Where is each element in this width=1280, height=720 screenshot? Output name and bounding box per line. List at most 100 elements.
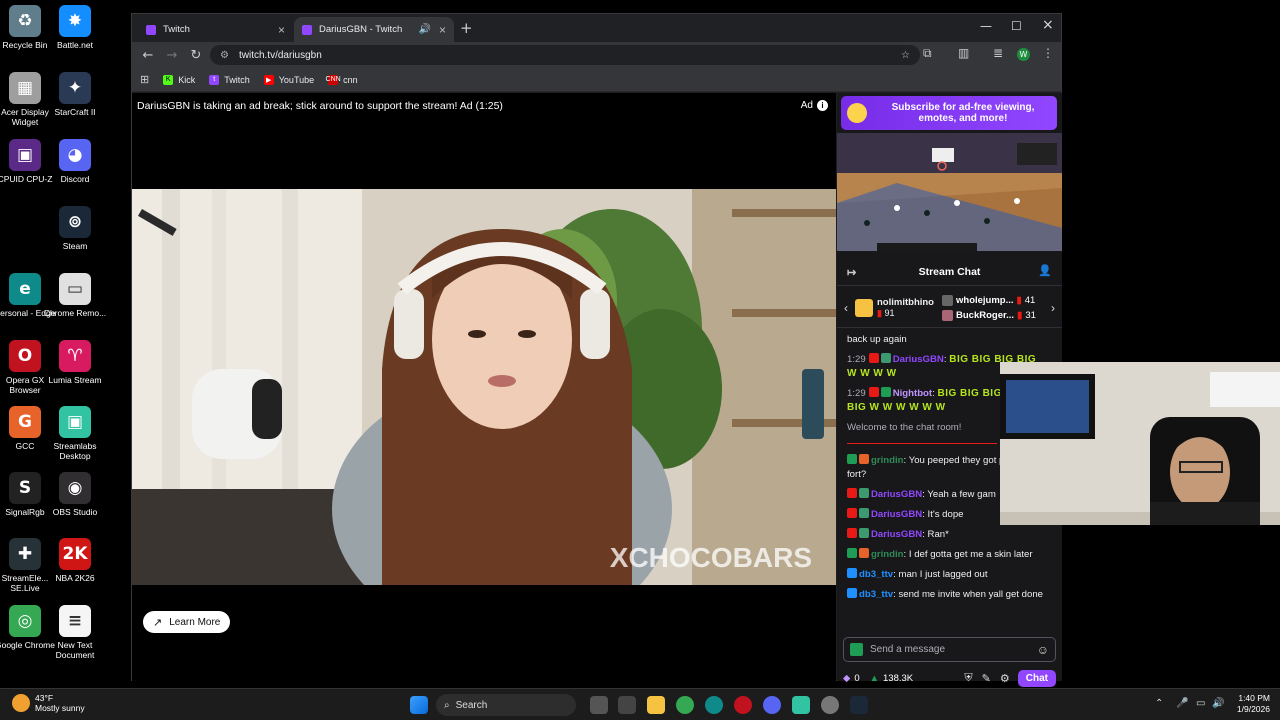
bookmark-label: Twitch xyxy=(224,74,250,85)
desktop-icon-chrome-remo[interactable]: ▭ Chrome Remo... xyxy=(42,273,108,318)
desktop-icon-nba-2k26[interactable]: 2K NBA 2K26 xyxy=(42,538,108,583)
clock[interactable]: 1:40 PM 1/9/2026 xyxy=(1237,693,1270,715)
chat-username[interactable]: Nightbot xyxy=(893,388,932,399)
chat-username[interactable]: DariusGBN xyxy=(871,509,922,520)
desktop-icon-lumia-stream[interactable]: ♈ Lumia Stream xyxy=(42,340,108,385)
chat-username[interactable]: grindin xyxy=(871,549,904,560)
taskbar-search-label: Search xyxy=(455,699,488,711)
desktop-icon-battle-net[interactable]: ✸ Battle.net xyxy=(42,5,108,50)
channel-points-count: 138.3K xyxy=(883,672,914,684)
weather-widget[interactable]: 43°F Mostly sunny xyxy=(12,693,85,713)
chat-message: db3_ttv: man I just lagged out xyxy=(847,568,1045,582)
gifter-3[interactable]: BuckRoger... ▮ 31 xyxy=(942,309,1036,321)
address-bar[interactable]: ⚙ twitch.tv/dariusgbn ☆ xyxy=(210,45,920,65)
gear-icon[interactable]: ⚙ xyxy=(1000,672,1010,685)
gifter-2[interactable]: wholejump... ▮ 41 xyxy=(942,294,1036,306)
info-icon[interactable]: i xyxy=(817,100,828,111)
desktop-icon-streamlabs-desktop[interactable]: ▣ Streamlabs Desktop xyxy=(42,406,108,461)
speaker-icon[interactable]: 🔊 xyxy=(419,24,431,35)
chat-username[interactable]: DariusGBN xyxy=(871,489,922,500)
bookmark-cnn[interactable]: CNN cnn xyxy=(326,74,358,85)
bookmark-twitch[interactable]: t Twitch xyxy=(209,74,250,85)
chat-username[interactable]: grindin xyxy=(871,455,904,466)
weather-temp: 43°F xyxy=(35,693,54,703)
emote-picker-icon[interactable]: ☺ xyxy=(1037,643,1049,657)
chat-username[interactable]: db3_ttv xyxy=(859,569,893,580)
bookmark-kick[interactable]: K Kick xyxy=(163,74,195,85)
microphone-icon[interactable]: 🎤 xyxy=(1176,698,1188,709)
desktop-icon-obs-studio[interactable]: ◉ OBS Studio xyxy=(42,472,108,517)
new-tab-button[interactable]: + xyxy=(460,19,473,37)
back-button[interactable]: ← xyxy=(136,48,160,63)
desktop-icon-new-text-document[interactable]: ≡ New Text Document xyxy=(42,605,108,660)
edge-icon[interactable] xyxy=(705,696,723,714)
chat-username[interactable]: DariusGBN xyxy=(871,529,922,540)
chat-username[interactable]: DariusGBN xyxy=(893,354,944,365)
apps-grid-icon[interactable]: ⊞ xyxy=(140,73,149,86)
watermark-text: XCHOCOBARS xyxy=(610,542,812,573)
mod-view-icon[interactable] xyxy=(850,643,863,656)
chat-bottom-bar: ◆ 0 ▲ 138.3K ⛨ ✎ ⚙ Chat xyxy=(843,667,1056,689)
gifter-avatar xyxy=(942,294,953,306)
taskbar-search[interactable]: ⌕ Search xyxy=(436,694,576,716)
signalrgb-icon[interactable] xyxy=(821,696,839,714)
minimize-button[interactable]: — xyxy=(980,19,992,33)
gifter-count-value: 91 xyxy=(884,307,895,318)
profile-avatar[interactable]: W xyxy=(1017,48,1030,61)
task-view-icon[interactable] xyxy=(590,696,608,714)
tab-twitch[interactable]: Twitch × xyxy=(138,17,293,42)
youtube-icon: ▶ xyxy=(263,74,274,85)
folder-icon[interactable] xyxy=(647,696,665,714)
gift-icon xyxy=(855,298,873,317)
volume-icon[interactable]: 🔊 xyxy=(1212,698,1224,709)
chat-username[interactable]: db3_ttv xyxy=(859,589,893,600)
community-icon[interactable]: 👤 xyxy=(1038,264,1052,277)
chevron-up-icon[interactable]: ⌃ xyxy=(1155,698,1163,709)
mini-stream-player[interactable] xyxy=(837,133,1062,251)
clock-time: 1:40 PM xyxy=(1238,693,1270,703)
tab-strip: Twitch × DariusGBN - Twitch 🔊 × + — ☐ × xyxy=(132,14,1061,42)
pencil-icon[interactable]: ✎ xyxy=(982,672,991,685)
chrome-icon[interactable] xyxy=(676,696,694,714)
app-icon: ▦ xyxy=(9,72,41,104)
maximize-button[interactable]: ☐ xyxy=(1011,19,1022,33)
reload-button[interactable]: ↻ xyxy=(184,48,208,63)
extensions-icon[interactable]: ⧉ xyxy=(923,46,932,61)
desktop-icon-label: NBA 2K26 xyxy=(55,573,95,583)
desktop-icon-steam[interactable]: ⊚ Steam xyxy=(42,206,108,251)
subscribe-banner[interactable]: Subscribe for ad-free viewing, emotes, a… xyxy=(841,96,1057,130)
chevron-right-icon[interactable]: › xyxy=(1044,301,1062,315)
file-manager-icon[interactable] xyxy=(618,696,636,714)
site-info-icon[interactable]: ⚙ xyxy=(220,50,229,61)
shield-icon[interactable]: ⛨ xyxy=(964,672,972,685)
bookmark-youtube[interactable]: ▶ YouTube xyxy=(263,74,314,85)
channel-points-icon[interactable]: ▲ xyxy=(870,673,879,684)
discord-icon[interactable] xyxy=(763,696,781,714)
ad-video-frame[interactable]: XCHOCOBARS xyxy=(132,189,836,585)
menu-kebab-icon[interactable]: ⋮ xyxy=(1042,46,1054,60)
forward-button[interactable]: → xyxy=(160,48,184,63)
bookmark-star-icon[interactable]: ☆ xyxy=(901,50,910,61)
opera-gx-icon[interactable] xyxy=(734,696,752,714)
desktop-icon-starcraft-ii[interactable]: ✦ StarCraft II xyxy=(42,72,108,117)
learn-more-button[interactable]: ↗ Learn More xyxy=(143,611,231,633)
desktop-icon-discord[interactable]: ◕ Discord xyxy=(42,139,108,184)
collapse-chat-icon[interactable]: ↦ xyxy=(847,266,856,279)
chat-send-button[interactable]: Chat xyxy=(1017,669,1056,687)
steam-icon[interactable] xyxy=(850,696,868,714)
close-window-button[interactable]: × xyxy=(1042,17,1054,33)
streamlabs-icon[interactable] xyxy=(792,696,810,714)
network-icon[interactable]: ▭ xyxy=(1196,698,1205,709)
sidebar-icon[interactable]: ▥ xyxy=(958,46,969,60)
gifter-1[interactable]: nolimitbhino ▮ 91 xyxy=(877,297,934,319)
app-icon: ✦ xyxy=(59,72,91,104)
reading-list-icon[interactable]: ≣ xyxy=(993,46,1003,60)
close-tab-icon[interactable]: × xyxy=(439,23,446,37)
start-button[interactable] xyxy=(410,696,428,714)
chevron-left-icon[interactable]: ‹ xyxy=(837,301,855,315)
bits-icon[interactable]: ◆ xyxy=(843,673,850,684)
chat-input[interactable]: Send a message ☺ xyxy=(843,637,1056,662)
close-tab-icon[interactable]: × xyxy=(278,23,285,37)
video-player[interactable]: DariusGBN is taking an ad break; stick a… xyxy=(132,93,836,681)
tab-dariusgbn[interactable]: DariusGBN - Twitch 🔊 × xyxy=(294,17,454,42)
